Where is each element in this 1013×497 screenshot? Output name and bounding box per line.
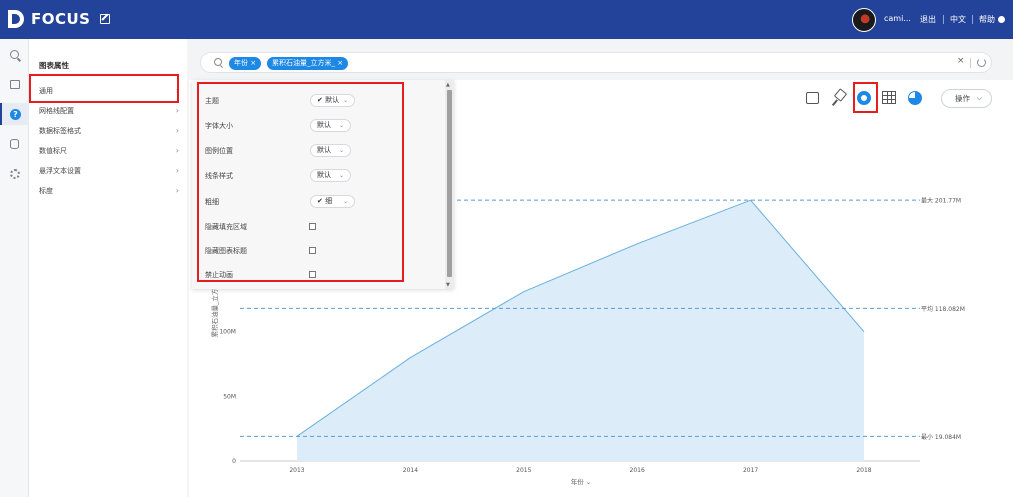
help-label: 帮助 <box>979 15 995 24</box>
chevron-right-icon: › <box>175 166 179 175</box>
chevron-right-icon: › <box>175 106 179 115</box>
top-bar: FOCUS cami... 退出 中文 帮助 <box>0 0 1013 39</box>
database-icon <box>10 139 19 149</box>
prop-item-gridlines[interactable]: 网格线配置 › <box>39 106 179 116</box>
clear-icon[interactable]: × <box>957 56 965 66</box>
highlight-gear <box>853 82 878 113</box>
search-nav-button[interactable] <box>0 43 29 65</box>
scroll-up-icon[interactable]: ▲ <box>446 82 450 88</box>
chevron-down-icon: ⌵ <box>976 94 982 102</box>
table-view-icon[interactable] <box>882 91 896 104</box>
y-tick-label: 100M <box>219 329 236 336</box>
refresh-icon[interactable] <box>977 58 986 67</box>
data-nav-button[interactable] <box>0 133 29 155</box>
divider <box>972 15 973 24</box>
chevron-right-icon: › <box>175 186 179 195</box>
prop-item-label: 标度 <box>39 187 53 195</box>
logo-mark-icon <box>8 9 24 29</box>
reference-label: 最小 19.084M <box>921 433 961 441</box>
chat-nav-button[interactable] <box>0 73 29 95</box>
app-name: FOCUS <box>31 10 91 28</box>
logout-link[interactable]: 退出 <box>920 14 936 25</box>
reference-label: 最大 201.77M <box>921 197 961 205</box>
user-name[interactable]: cami... <box>884 14 911 23</box>
operations-button[interactable]: 操作 ⌵ <box>941 89 992 108</box>
help-nav-button[interactable]: ? <box>0 103 29 125</box>
help-link[interactable]: 帮助 <box>979 14 1005 25</box>
chart-properties-panel: 图表属性 通用 › 网格线配置 › 数据标签格式 › 数值标尺 › 悬浮文本设置 › 标度… <box>29 39 187 497</box>
question-icon: ? <box>10 108 21 120</box>
reference-label: 平均 118.082M <box>921 305 965 313</box>
prop-item-label: 数据标签格式 <box>39 127 81 135</box>
scrollbar-thumb[interactable] <box>447 90 452 277</box>
token-label: 年份 <box>234 59 248 67</box>
x-tick-label: 2013 <box>289 467 304 474</box>
x-axis-title: 年份 ⌄ <box>571 477 592 486</box>
chart-type-icon[interactable] <box>908 91 922 105</box>
divider <box>970 58 971 68</box>
chevron-right-icon: › <box>175 146 179 155</box>
x-tick-label: 2014 <box>403 467 418 474</box>
search-token-oil[interactable]: 累积石油量_立方米_ × <box>267 57 349 70</box>
y-tick-label: 0 <box>232 458 236 465</box>
close-icon[interactable]: × <box>337 59 343 67</box>
operations-label: 操作 <box>955 94 970 103</box>
chevron-right-icon: › <box>175 126 179 135</box>
panel-title: 图表属性 <box>39 61 69 70</box>
settings-nav-button[interactable] <box>0 163 29 185</box>
prop-item-tooltip-settings[interactable]: 悬浮文本设置 › <box>39 166 179 176</box>
language-link[interactable]: 中文 <box>950 14 966 25</box>
comment-icon[interactable] <box>806 92 819 104</box>
search-bar[interactable]: 年份 × 累积石油量_立方米_ × × <box>200 52 992 73</box>
gear-icon <box>9 169 20 179</box>
highlight-general <box>29 74 179 103</box>
x-tick-label: 2017 <box>743 467 758 474</box>
divider <box>943 15 944 24</box>
prop-item-label: 数值标尺 <box>39 147 67 155</box>
y-tick-label: 50M <box>223 393 236 400</box>
highlight-settings <box>197 82 404 282</box>
left-rail: ? <box>0 39 29 497</box>
search-token-year[interactable]: 年份 × <box>229 57 262 70</box>
search-icon <box>10 49 19 59</box>
x-tick-label: 2016 <box>630 467 645 474</box>
chat-icon <box>9 79 20 89</box>
close-icon[interactable]: × <box>250 59 256 67</box>
prop-item-value-scale[interactable]: 数值标尺 › <box>39 146 179 156</box>
scroll-down-icon[interactable]: ▼ <box>446 282 450 288</box>
token-label: 累积石油量_立方米_ <box>272 59 335 67</box>
prop-item-label: 网格线配置 <box>39 107 74 115</box>
focus-logo[interactable]: FOCUS <box>8 9 91 29</box>
help-icon <box>998 16 1005 23</box>
prop-item-data-label-format[interactable]: 数据标签格式 › <box>39 126 179 136</box>
x-tick-label: 2018 <box>856 467 871 474</box>
search-icon <box>214 58 222 66</box>
avatar[interactable] <box>852 8 876 32</box>
pin-icon[interactable] <box>832 90 848 106</box>
x-tick-label: 2015 <box>516 467 531 474</box>
prop-item-label: 悬浮文本设置 <box>39 167 81 175</box>
prop-item-scale[interactable]: 标度 › <box>39 186 179 196</box>
y-axis-title: 累积石油量_立方 <box>210 288 219 337</box>
edit-icon[interactable] <box>100 14 110 24</box>
